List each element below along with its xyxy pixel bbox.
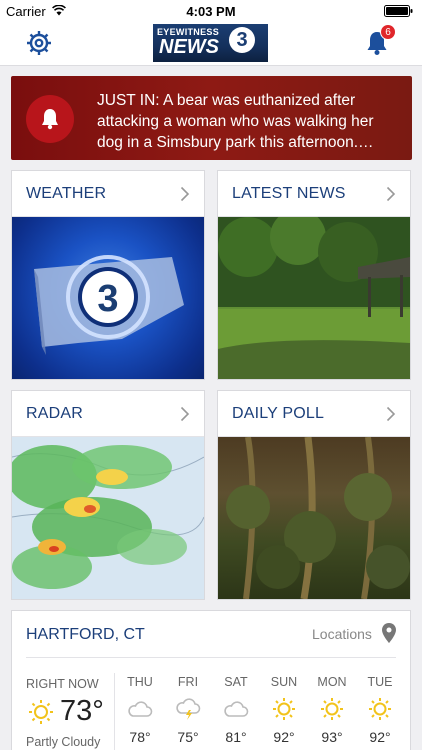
alert-text: JUST IN: A bear was euthanized after att… [97,92,374,151]
storm-icon [176,698,201,720]
radar-card[interactable]: RADAR [11,390,205,600]
sun-icon [273,698,295,720]
logo-number: 3 [229,27,255,53]
forecast-day-name: FRI [177,675,199,689]
notification-badge: 6 [380,24,396,40]
panel-divider [26,657,396,658]
sun-icon [369,698,391,720]
daily-poll-card[interactable]: DAILY POLL [217,390,411,600]
card-title-radar: RADAR [26,405,84,422]
status-time: 4:03 PM [186,4,236,19]
forecast-temp: 92° [369,729,391,745]
weather-summary-panel[interactable]: HARTFORD, CT Locations RIGHT NOW 73° Par… [11,610,411,750]
latest-news-thumbnail [218,217,410,379]
cloud-icon [128,701,153,717]
battery-icon [384,5,413,17]
chevron-right-icon [386,186,396,202]
status-bar: Carrier 4:03 PM [0,0,422,22]
chevron-right-icon [180,186,190,202]
radar-thumbnail [12,437,204,599]
current-temperature: 73° [60,695,104,727]
current-condition: Partly Cloudy [26,735,101,749]
forecast-day: SAT 81° [211,675,261,745]
forecast-day-name: SUN [270,675,298,689]
sun-icon [321,698,343,720]
forecast-day: TUE 92° [355,675,405,745]
latest-news-card[interactable]: LATEST NEWS [217,170,411,380]
chevron-right-icon [386,406,396,422]
forecast-temp: 93° [321,729,343,745]
card-title-daily-poll: DAILY POLL [232,405,325,422]
locations-link[interactable]: Locations [312,626,372,642]
weather-city: HARTFORD, CT [26,626,145,643]
location-pin-icon[interactable] [382,623,396,643]
forecast-day: SUN 92° [259,675,309,745]
forecast-day-name: MON [317,675,347,689]
svg-text:3: 3 [97,278,118,320]
chevron-right-icon [180,406,190,422]
weather-thumbnail: 3 [12,217,204,379]
forecast-day: MON 93° [307,675,357,745]
nav-bar: EYEWITNESS NEWS 3 6 [0,22,422,66]
card-title-weather: WEATHER [26,185,107,202]
alert-bell-icon [26,95,74,143]
forecast-day: FRI 75° [163,675,213,745]
forecast-day: THU 78° [115,675,165,745]
card-title-latest-news: LATEST NEWS [232,185,346,202]
sun-icon [29,700,53,724]
daily-poll-thumbnail [218,437,410,599]
logo-news: NEWS [159,36,219,58]
forecast-day-name: THU [127,675,153,689]
forecast-temp: 78° [129,729,151,745]
gear-icon[interactable] [24,28,54,58]
forecast-temp: 81° [225,729,247,745]
forecast-day-name: SAT [224,675,248,689]
forecast-temp: 75° [177,729,199,745]
right-now-label: RIGHT NOW [26,677,99,691]
forecast-day-name: TUE [367,675,393,689]
breaking-news-alert[interactable]: JUST IN: A bear was euthanized after att… [11,76,412,160]
forecast-temp: 92° [273,729,295,745]
weather-card[interactable]: WEATHER 3 [11,170,205,380]
cloud-icon [224,701,249,717]
station-logo: EYEWITNESS NEWS 3 [153,24,268,62]
